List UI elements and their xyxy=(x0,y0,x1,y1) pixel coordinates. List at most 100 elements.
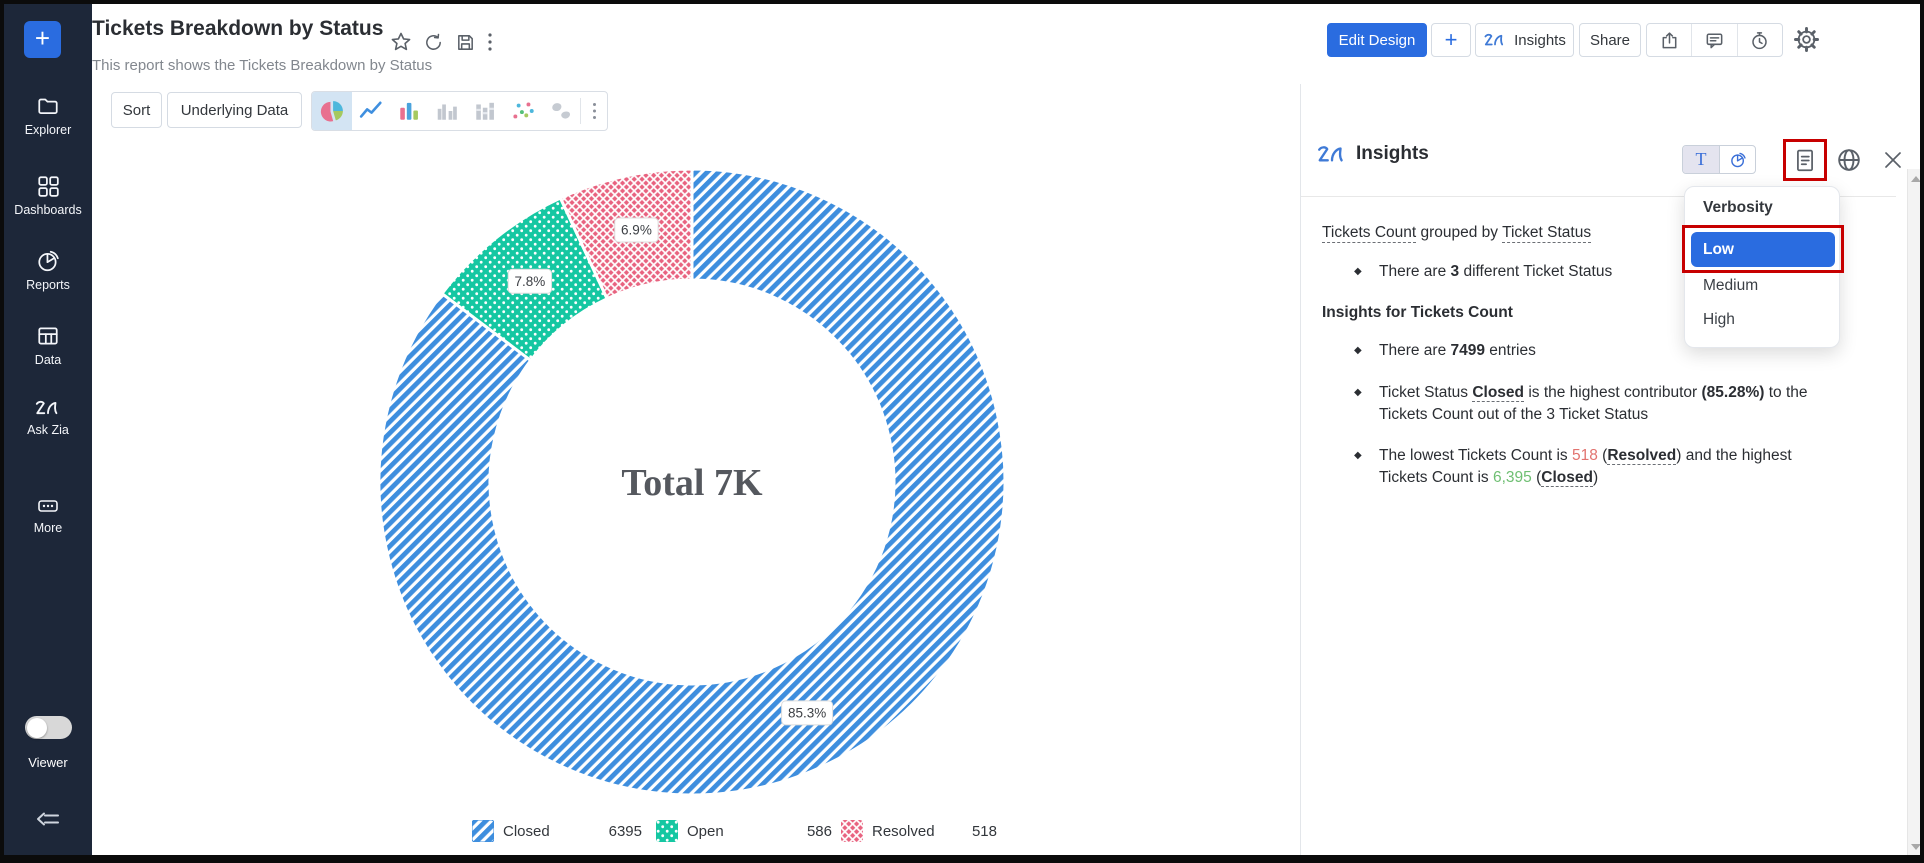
pie-chart-icon xyxy=(320,99,344,123)
resolved-status-link[interactable]: Resolved xyxy=(1607,447,1676,465)
bullet-diamond-icon: ◆ xyxy=(1354,445,1379,488)
dashboards-icon xyxy=(36,174,60,198)
viewer-label: Viewer xyxy=(4,755,92,770)
insights-button-label: Insights xyxy=(1514,32,1566,49)
verbosity-dropdown: Verbosity Low Medium High xyxy=(1684,186,1840,348)
bullet-text: entries xyxy=(1485,342,1536,359)
line-chart-icon xyxy=(359,99,383,123)
closed-status-link[interactable]: Closed xyxy=(1541,469,1593,487)
document-icon xyxy=(1793,147,1817,175)
insights-scrollbar[interactable] xyxy=(1907,169,1923,857)
sort-button[interactable]: Sort xyxy=(111,92,162,128)
settings-button[interactable] xyxy=(1793,26,1820,58)
table-icon xyxy=(36,324,60,348)
zia-icon xyxy=(1316,145,1348,170)
highest-count-value: 6,395 xyxy=(1493,469,1532,486)
close-insights-button[interactable] xyxy=(1882,149,1904,176)
insights-view-toggle: T xyxy=(1682,145,1756,174)
slice-percent-label: 6.9% xyxy=(621,223,652,238)
donut-chart: 85.3%7.8%6.9% Total 7K xyxy=(362,152,1022,812)
scroll-down-arrow[interactable] xyxy=(1911,844,1921,850)
bullet-strong: 7499 xyxy=(1451,342,1485,359)
toggle-knob xyxy=(27,718,47,738)
bar-chart-icon xyxy=(397,99,421,123)
verbosity-option-low[interactable]: Low xyxy=(1691,232,1835,267)
export-button[interactable] xyxy=(1647,24,1691,56)
verbosity-option-medium[interactable]: Medium xyxy=(1703,277,1758,295)
ticket-status-link[interactable]: Ticket Status xyxy=(1502,224,1591,243)
bullet-text: There are xyxy=(1379,263,1451,280)
sidebar-item-label: Ask Zia xyxy=(4,423,92,437)
chart-type-grouped-bar[interactable] xyxy=(428,92,466,130)
chart-type-stacked-bar[interactable] xyxy=(466,92,504,130)
title-more-menu-icon[interactable] xyxy=(487,32,493,52)
lowest-count-value: 518 xyxy=(1572,447,1598,464)
legend-item-open[interactable]: Open 586 xyxy=(656,819,832,843)
chart-type-pie[interactable] xyxy=(312,92,352,130)
alerts-button[interactable] xyxy=(1737,24,1782,56)
bullet-diamond-icon: ◆ xyxy=(1354,340,1379,362)
plus-icon: + xyxy=(1445,27,1458,53)
viewer-mode-toggle[interactable] xyxy=(25,716,72,739)
verbosity-option-high[interactable]: High xyxy=(1703,311,1735,329)
insights-chart-view-tab[interactable] xyxy=(1719,146,1755,173)
globe-icon xyxy=(1836,147,1862,173)
comments-button[interactable] xyxy=(1691,24,1736,56)
legend-swatch-resolved xyxy=(841,820,863,842)
bullet-text: ( xyxy=(1532,469,1541,486)
map-chart-icon xyxy=(549,99,573,123)
legend-item-closed[interactable]: Closed 6395 xyxy=(472,819,642,843)
folder-icon xyxy=(36,94,60,118)
chart-type-scatter[interactable] xyxy=(504,92,542,130)
pie-report-icon xyxy=(36,249,60,273)
collapse-sidebar-button[interactable] xyxy=(34,808,62,835)
underlying-data-button[interactable]: Underlying Data xyxy=(167,92,302,128)
insight-bullet-4: ◆ The lowest Tickets Count is 518 ( Resol… xyxy=(1322,445,1824,488)
closed-status-link[interactable]: Closed xyxy=(1472,384,1524,402)
grouped-bar-icon xyxy=(435,99,459,123)
language-button[interactable] xyxy=(1836,147,1862,178)
chart-type-map[interactable] xyxy=(542,92,580,130)
panel-divider xyxy=(1300,84,1301,855)
legend-item-resolved[interactable]: Resolved 518 xyxy=(841,819,997,843)
close-icon xyxy=(1882,149,1904,171)
sidebar-item-reports[interactable]: Reports xyxy=(4,249,92,292)
legend-label: Open xyxy=(687,823,724,840)
chart-type-line[interactable] xyxy=(352,92,390,130)
insight-bullet-3: ◆ Ticket Status Closed is the highest co… xyxy=(1322,382,1824,425)
add-button[interactable]: + xyxy=(1431,23,1471,57)
scroll-up-arrow[interactable] xyxy=(1911,176,1921,182)
sidebar-item-data[interactable]: Data xyxy=(4,324,92,367)
bullet-text: different Ticket Status xyxy=(1459,263,1612,280)
more-chart-types-icon xyxy=(592,102,597,120)
sidebar-item-ask-zia[interactable]: Ask Zia xyxy=(4,399,92,437)
sidebar-item-explorer[interactable]: Explorer xyxy=(4,94,92,137)
sidebar-item-more[interactable]: More xyxy=(4,496,92,535)
bullet-text: is the highest contributor xyxy=(1524,384,1702,401)
sidebar-item-dashboards[interactable]: Dashboards xyxy=(4,174,92,217)
grouped-by-text: grouped by xyxy=(1416,224,1502,241)
edit-design-button[interactable]: Edit Design xyxy=(1327,23,1427,57)
scatter-plot-icon xyxy=(511,99,535,123)
bullet-text: The lowest Tickets Count is xyxy=(1379,447,1572,464)
chart-type-bar[interactable] xyxy=(390,92,428,130)
insights-button[interactable]: Insights xyxy=(1475,23,1574,57)
sidebar-item-label: Explorer xyxy=(4,123,92,137)
create-new-button[interactable]: + xyxy=(24,21,61,58)
legend-swatch-open xyxy=(656,820,678,842)
sidebar-item-label: More xyxy=(4,521,92,535)
more-chart-types-button[interactable] xyxy=(581,92,607,130)
insights-text-view-tab[interactable]: T xyxy=(1683,146,1719,173)
tickets-count-link[interactable]: Tickets Count xyxy=(1322,224,1416,243)
zia-icon xyxy=(34,399,62,418)
gear-icon xyxy=(1793,26,1820,53)
refresh-icon[interactable] xyxy=(423,32,444,53)
insights-section-heading: Insights for Tickets Count xyxy=(1322,302,1513,324)
share-button[interactable]: Share xyxy=(1579,23,1641,57)
left-sidebar: + Explorer Dashboards Reports Data Ask Z… xyxy=(4,4,92,855)
verbosity-button[interactable] xyxy=(1793,147,1817,180)
save-icon[interactable] xyxy=(455,32,476,53)
chart-type-strip xyxy=(311,91,608,131)
app-window: + Explorer Dashboards Reports Data Ask Z… xyxy=(0,0,1924,863)
favorite-star-icon[interactable] xyxy=(390,31,412,53)
